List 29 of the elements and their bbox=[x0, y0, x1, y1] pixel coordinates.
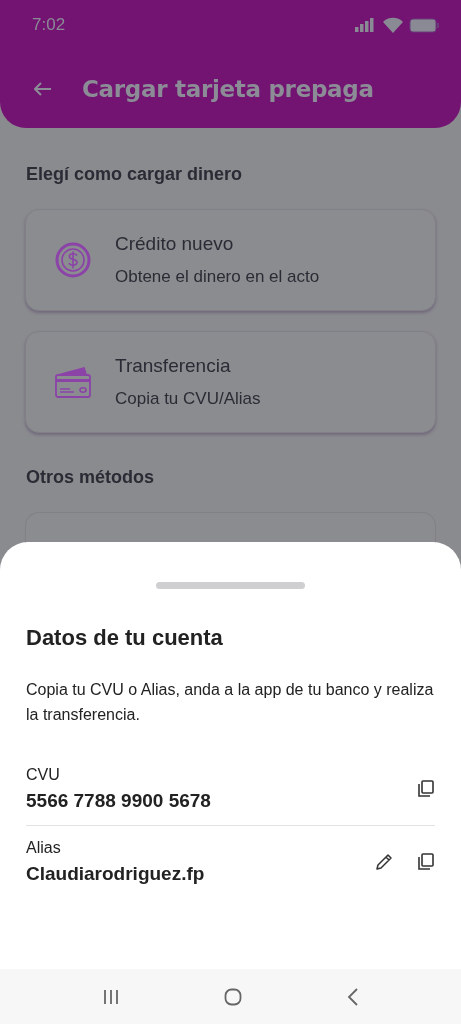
sheet-handle[interactable] bbox=[156, 582, 305, 589]
back-button[interactable] bbox=[34, 82, 52, 96]
copy-icon[interactable] bbox=[416, 779, 436, 799]
signal-icon bbox=[355, 18, 377, 32]
dollar-coin-icon bbox=[54, 241, 92, 279]
option-subtitle: Obtene el dinero en el acto bbox=[115, 267, 320, 287]
battery-icon bbox=[409, 17, 439, 33]
section-title: Elegí como cargar dinero bbox=[26, 164, 244, 185]
back-icon[interactable] bbox=[346, 987, 359, 1006]
field-value: Claudiarodriguez.fp bbox=[26, 863, 205, 885]
field-label: Alias bbox=[26, 839, 62, 857]
option-title: Crédito nuevo bbox=[115, 233, 235, 255]
recent-apps-icon[interactable] bbox=[102, 988, 119, 1005]
sheet-title: Datos de tu cuenta bbox=[26, 625, 224, 651]
option-card[interactable]: Transferencia Copia tu CVU/Alias bbox=[25, 331, 436, 433]
section-title: Otros métodos bbox=[26, 467, 155, 488]
field-value: 5566 7788 9900 5678 bbox=[26, 790, 211, 812]
option-title: Transferencia bbox=[115, 355, 232, 377]
sheet-description: Copia tu CVU o Alias, anda a la app de tu banco y realiza la transferencia. bbox=[26, 680, 435, 725]
home-icon[interactable] bbox=[223, 987, 242, 1006]
credit-card-icon bbox=[54, 365, 92, 399]
pencil-icon[interactable] bbox=[374, 852, 394, 872]
status-time: 7:02 bbox=[32, 15, 66, 35]
copy-icon[interactable] bbox=[416, 852, 436, 872]
page-title: Cargar tarjeta prepaga bbox=[82, 76, 374, 102]
option-subtitle: Copia tu CVU/Alias bbox=[115, 389, 261, 409]
option-card[interactable]: Crédito nuevo Obtene el dinero en el acto bbox=[25, 209, 436, 311]
field-label: CVU bbox=[26, 766, 61, 784]
wifi-icon bbox=[383, 17, 403, 33]
